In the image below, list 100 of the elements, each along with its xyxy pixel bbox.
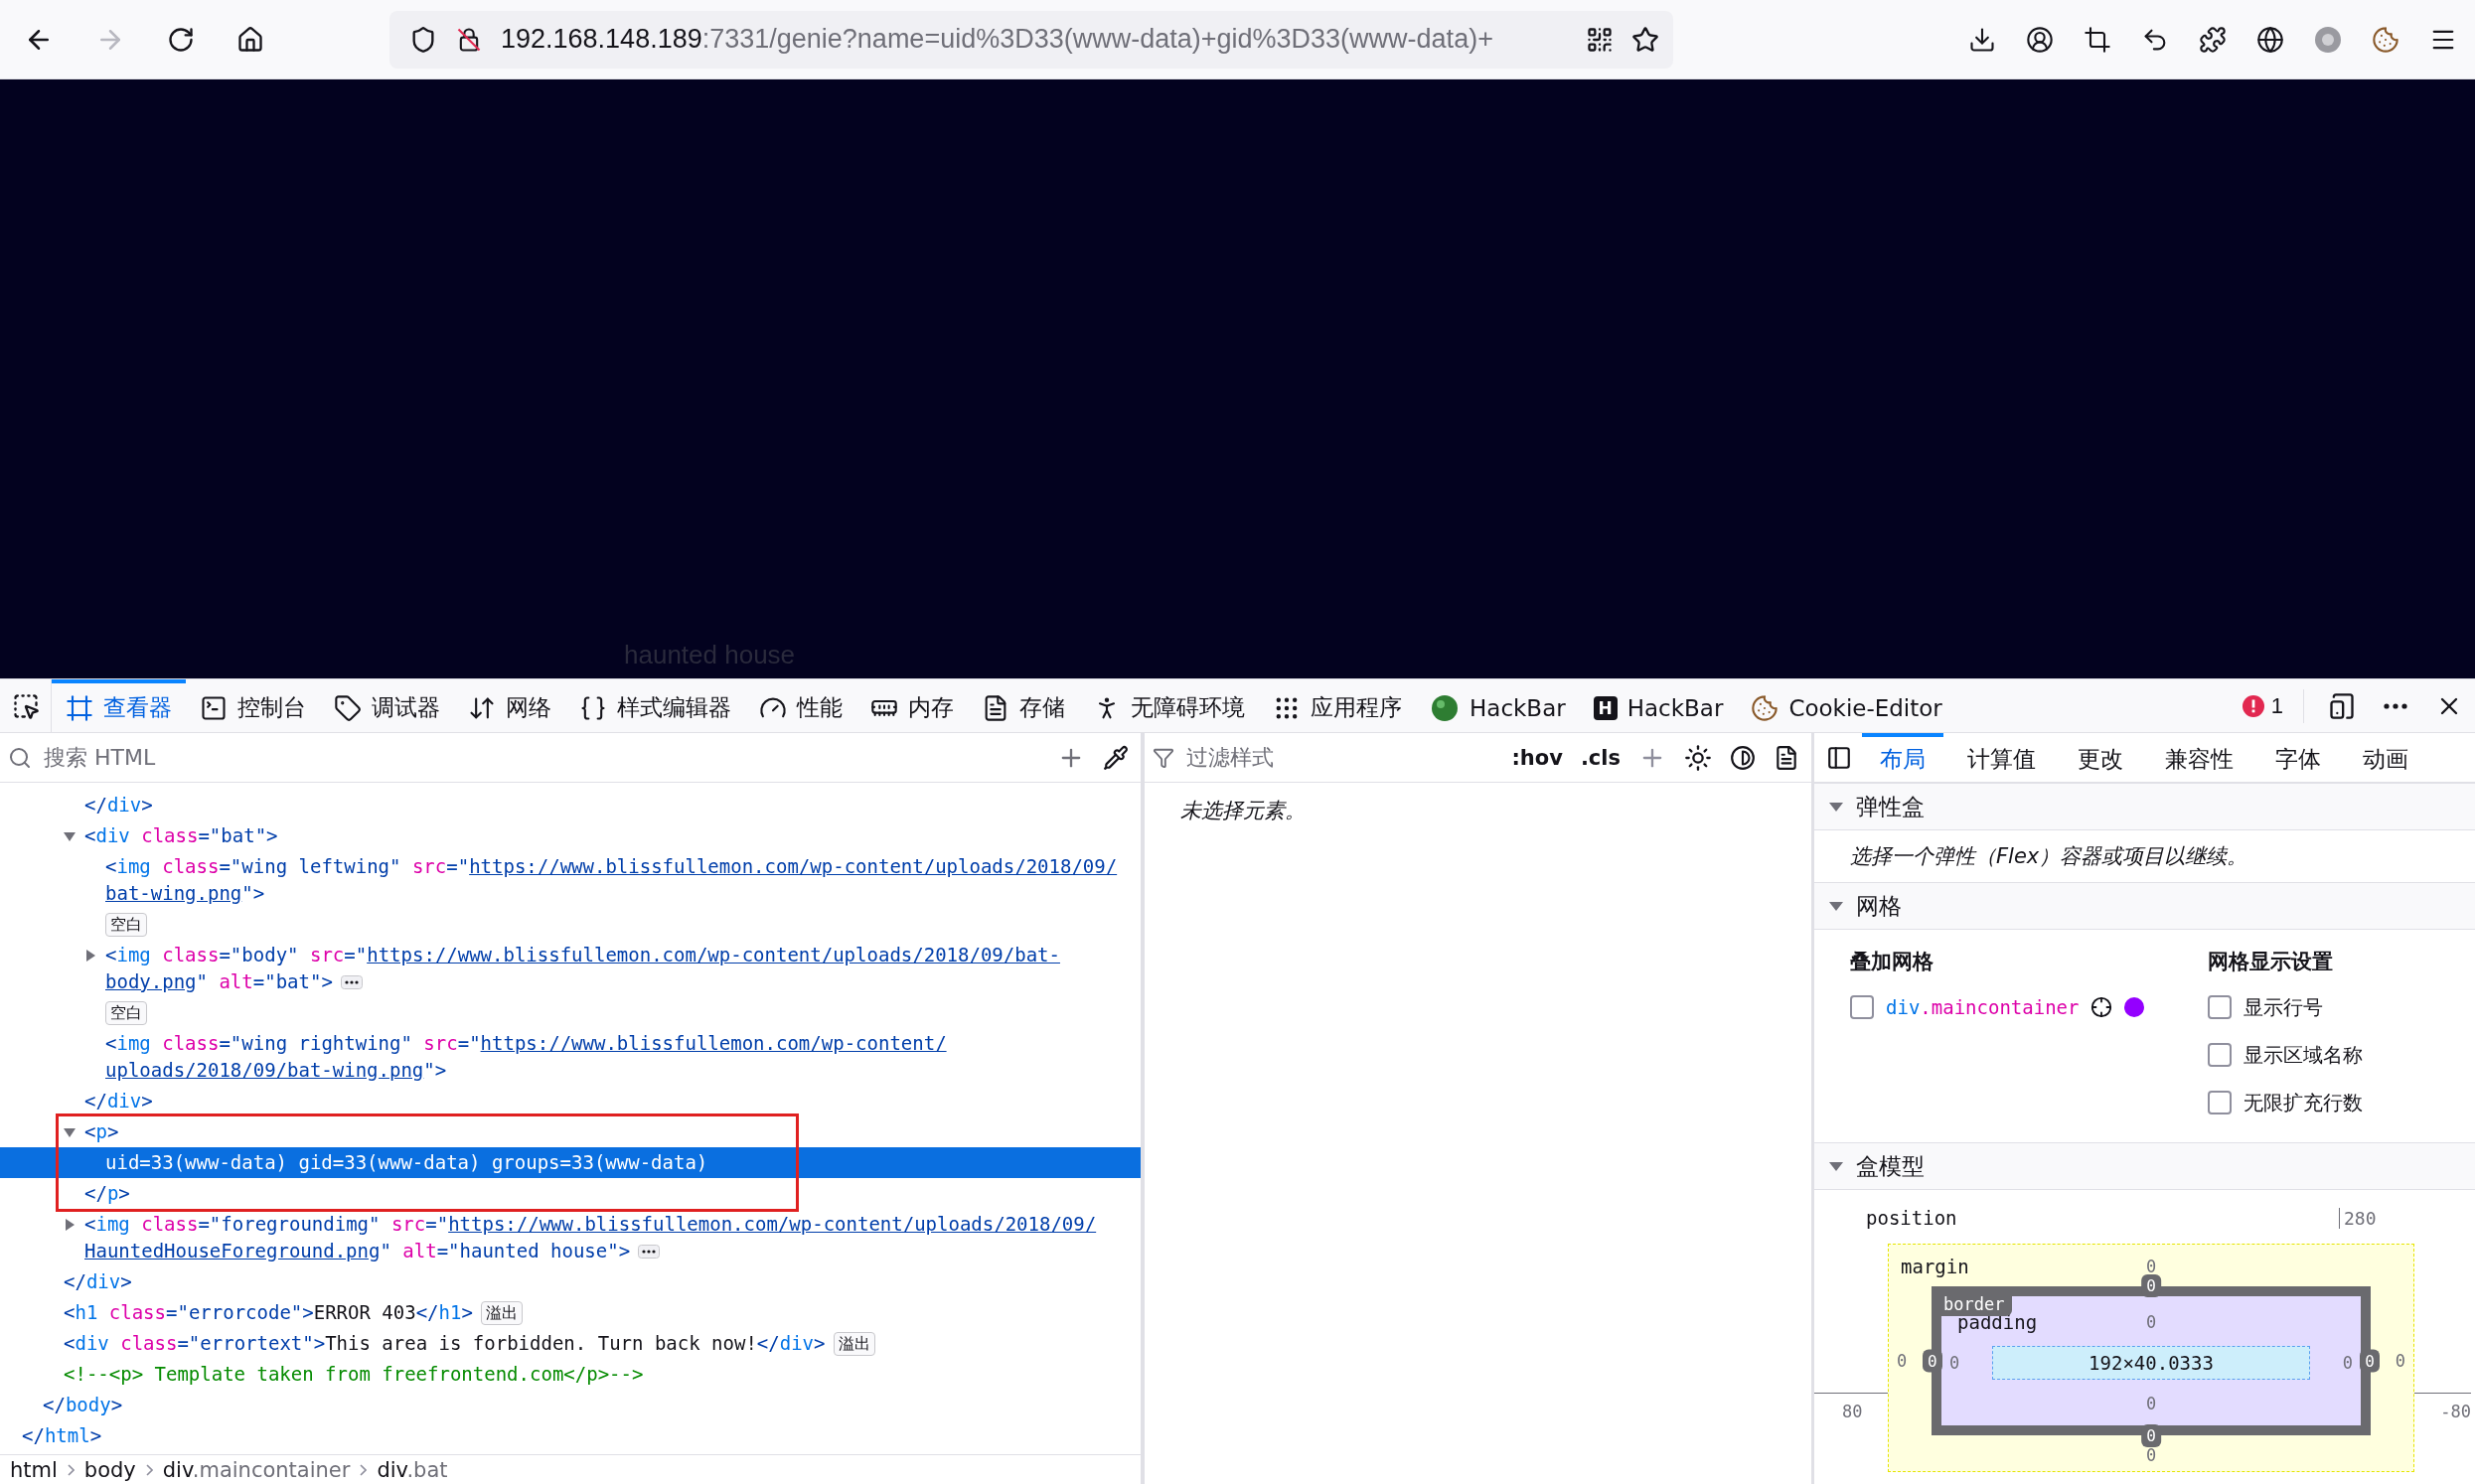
tree-row[interactable]: </div> (0, 1266, 1141, 1297)
devtools-tab[interactable]: 调试器 (320, 679, 454, 732)
border-value[interactable]: 0 (2141, 1424, 2161, 1447)
link[interactable]: https://www.blissfullemon.com/wp-content/uploads/2018/09/ (469, 855, 1118, 877)
breadcrumb[interactable]: div.maincontainer (162, 1457, 351, 1482)
picker-icon (11, 691, 40, 720)
cookie-icon[interactable] (2372, 25, 2399, 54)
puzzle-icon[interactable] (2199, 25, 2227, 54)
checkbox[interactable] (2208, 1091, 2232, 1114)
code-line: </p> (84, 1181, 130, 1206)
breadcrumb[interactable]: body (83, 1457, 136, 1482)
sun-icon (1684, 743, 1712, 772)
code-line: </div> (84, 793, 153, 817)
section-header[interactable]: 弹性盒 (1814, 783, 2475, 830)
tree-row[interactable]: <img class="wing leftwing" src="https://www.blissfullemon.com/wp-content/uploads/2018/09/ bat-wing.png"> (0, 851, 1141, 909)
letter-icon: H (1593, 695, 1618, 720)
link[interactable]: https://www.blissfullemon.com/wp-content/uploads/2018/09/bat- (367, 944, 1060, 965)
twisty-icon[interactable] (63, 1125, 77, 1138)
crosshair-icon[interactable] (2090, 996, 2113, 1018)
border-value[interactable]: 0 (2360, 1349, 2380, 1373)
tree-row[interactable]: </div> (0, 790, 1141, 820)
panel-tab[interactable]: 更改 (2060, 733, 2141, 783)
panel-tab[interactable]: 计算值 (1949, 733, 2054, 783)
link[interactable]: https://www.blissfullemon.com/wp-content/ (480, 1032, 947, 1054)
devtools-tab[interactable]: Cookie-Editor (1737, 679, 1956, 732)
devtools-tab[interactable]: 网络 (454, 679, 565, 732)
tree-row[interactable]: <div class="errortext">This area is forbidden. Turn back now!</div> 溢出 (0, 1328, 1141, 1359)
padding-value[interactable]: 0 (2145, 1310, 2157, 1334)
checkbox[interactable] (2208, 1043, 2232, 1067)
devtools-tab[interactable]: 应用程序 (1259, 679, 1416, 732)
margin-value[interactable]: 0 (1897, 1349, 1908, 1373)
tree-row[interactable]: <img class="wing rightwing" src="https://www.blissfullemon.com/wp-content/ uploads/2018/09/bat-wing.png"> (0, 1028, 1141, 1086)
url-text[interactable]: 192.168.148.189:7331/genie?name=uid%3D33(www-data)+gid%3D33(www-data)+ (501, 24, 1568, 55)
tree-row[interactable]: </body> (0, 1390, 1141, 1420)
frame-icon (66, 693, 93, 722)
panel-tab[interactable]: 动画 (2345, 733, 2426, 783)
link[interactable]: https://www.blissfullemon.com/wp-content/uploads/2018/09/ (448, 1213, 1097, 1235)
tree-row[interactable]: <h1 class="errorcode">ERROR 403</h1> 溢出 (0, 1297, 1141, 1328)
devtools-tab[interactable]: 内存 (856, 679, 968, 732)
ellipsis-icon[interactable] (340, 974, 363, 989)
section-header[interactable]: 网格 (1814, 882, 2475, 930)
devtools-tab[interactable]: 控制台 (186, 679, 320, 732)
padding-value[interactable]: 0 (1949, 1351, 1960, 1375)
panel-tab[interactable]: 兼容性 (2147, 733, 2251, 783)
link[interactable]: HauntedHouseForeground.png (84, 1240, 381, 1261)
devtools-tab[interactable]: HackBar (1416, 679, 1580, 732)
devtools-tab[interactable]: 存储 (968, 679, 1079, 732)
position-value[interactable]: -80 (2440, 1400, 2471, 1423)
globe-icon[interactable] (2256, 25, 2284, 54)
tree-row[interactable]: <p> (0, 1116, 1141, 1147)
breadcrumb[interactable]: html (10, 1457, 58, 1482)
tree-row[interactable]: uid=33(www-data) gid=33(www-data) groups=33(www-data) (0, 1147, 1141, 1178)
section-header[interactable]: 盒模型 (1814, 1142, 2475, 1190)
toggle-button[interactable]: :hov (1507, 743, 1567, 772)
color-dot[interactable] (2124, 997, 2145, 1017)
account-icon[interactable] (2026, 25, 2054, 54)
tree-row[interactable]: </p> (0, 1178, 1141, 1209)
padding-value[interactable]: 0 (2342, 1351, 2353, 1375)
tree-row[interactable]: <img class="foregroundimg" src="https://www.blissfullemon.com/wp-content/uploads/2018/09/ HauntedHouseForeground.png" alt="haunted house"> (0, 1209, 1141, 1266)
tree-row[interactable]: <img class="body" src="https://www.blissfullemon.com/wp-content/uploads/2018/09/bat- body.png" alt="bat"> (0, 940, 1141, 997)
devtools-tab[interactable]: 无障碍环境 (1079, 679, 1259, 732)
crop-icon[interactable] (2084, 25, 2111, 54)
ellipsis-icon[interactable] (638, 1244, 661, 1259)
twisty-icon[interactable] (64, 1217, 76, 1232)
tree-row[interactable]: <!--<p> Template taken from freefrontend.com</p>--> (0, 1359, 1141, 1390)
qr-code-icon[interactable] (1586, 25, 1614, 54)
filter-field[interactable]: 过滤样式 (1184, 744, 1498, 771)
search-icon (8, 745, 32, 770)
link[interactable]: body.png (105, 970, 197, 992)
padding-value[interactable]: 0 (2145, 1392, 2157, 1415)
twisty-icon[interactable] (84, 948, 96, 963)
tree-row[interactable]: </div> (0, 1086, 1141, 1116)
error-count-button[interactable]: 1 (2237, 688, 2304, 723)
tree-row[interactable]: <div class="bat"> (0, 820, 1141, 851)
star-icon[interactable] (1631, 25, 1659, 54)
grid-element-label: div.maincontainer (1886, 996, 2080, 1018)
border-value[interactable]: 0 (2141, 1274, 2161, 1297)
checkbox[interactable] (2208, 995, 2232, 1019)
toggle-button[interactable]: .cls (1576, 743, 1624, 772)
checkbox[interactable] (1850, 995, 1874, 1019)
margin-value[interactable]: 0 (2395, 1349, 2405, 1373)
panel-tab[interactable]: 字体 (2257, 733, 2339, 783)
breadcrumb[interactable]: div.bat (377, 1457, 448, 1482)
border-value[interactable]: 0 (1923, 1349, 1942, 1373)
position-value[interactable]: 280 (2339, 1207, 2377, 1229)
devtools-tab[interactable]: 性能 (745, 679, 856, 732)
tree-row[interactable]: 空白 (0, 997, 1141, 1028)
link[interactable]: uploads/2018/09/bat-wing.png (105, 1059, 424, 1081)
circle-icon[interactable] (2314, 25, 2342, 54)
tree-row[interactable]: </html> (0, 1420, 1141, 1451)
twisty-icon (1828, 801, 1844, 813)
position-value[interactable]: 80 (1814, 1400, 1863, 1423)
twisty-icon[interactable] (63, 829, 77, 842)
link[interactable]: bat-wing.png (105, 882, 242, 904)
devtools-tab[interactable]: H HackBar (1579, 679, 1738, 732)
devices-icon (2328, 691, 2356, 720)
devtools-tab[interactable]: 样式编辑器 (565, 679, 745, 732)
address-bar[interactable]: 192.168.148.189:7331/genie?name=uid%3D33(www-data)+gid%3D33(www-data)+ (389, 10, 1673, 69)
tree-row[interactable]: 空白 (0, 909, 1141, 940)
search-field[interactable]: 搜索 HTML (42, 744, 1043, 771)
